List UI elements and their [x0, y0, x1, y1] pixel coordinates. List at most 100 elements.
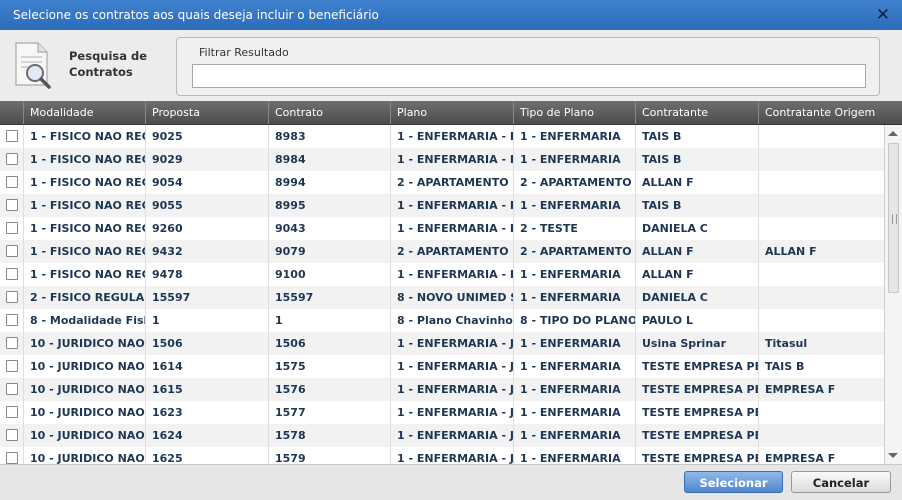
header-col-plano[interactable]: Plano [390, 101, 513, 124]
cell-contratante: DANIELA C [635, 286, 758, 309]
cell-contrato: 1577 [268, 401, 390, 424]
cell-proposta: 1624 [145, 424, 268, 447]
cell-tipo-de-plano: 1 - ENFERMARIA [513, 424, 635, 447]
cell-contratante: TESTE EMPRESA PESSC [635, 401, 758, 424]
cell-tipo-de-plano: 1 - ENFERMARIA [513, 401, 635, 424]
cell-modalidade: 1 - FISICO NAO REGUL [23, 217, 145, 240]
row-checkbox[interactable] [6, 383, 18, 395]
cell-contratante: ALLAN F [635, 240, 758, 263]
filter-input[interactable] [192, 64, 866, 88]
table-row[interactable]: 1 - FISICO NAO REGUL905489942 - APARTAME… [0, 171, 884, 194]
table-row[interactable]: 10 - JURIDICO NAO RE161515761 - ENFERMAR… [0, 378, 884, 401]
table-row[interactable]: 2 - FISICO REGULAMEN15597155978 - NOVO U… [0, 286, 884, 309]
select-button[interactable]: Selecionar [684, 471, 783, 493]
cell-contrato: 8994 [268, 171, 390, 194]
close-icon[interactable]: ✕ [876, 0, 890, 30]
row-checkbox[interactable] [6, 176, 18, 188]
cell-contratante-origem: EMPRESA F [758, 378, 884, 401]
cell-contrato: 15597 [268, 286, 390, 309]
header-col-contratante[interactable]: Contratante [635, 101, 758, 124]
cell-tipo-de-plano: 1 - ENFERMARIA [513, 125, 635, 148]
cell-plano: 1 - ENFERMARIA - FISIC [390, 194, 513, 217]
cell-contrato: 8984 [268, 148, 390, 171]
cell-contratante-origem [758, 194, 884, 217]
table-row[interactable]: 1 - FISICO NAO REGUL902589831 - ENFERMAR… [0, 125, 884, 148]
cell-modalidade: 1 - FISICO NAO REGUL [23, 194, 145, 217]
table-row[interactable]: 10 - JURIDICO NAO RE162315771 - ENFERMAR… [0, 401, 884, 424]
table-row[interactable]: 1 - FISICO NAO REGUL926090431 - ENFERMAR… [0, 217, 884, 240]
header-col-modalidade[interactable]: Modalidade [23, 101, 145, 124]
document-search-icon [13, 41, 55, 89]
cell-modalidade: 10 - JURIDICO NAO RE [23, 447, 145, 464]
table-row[interactable]: 10 - JURIDICO NAO RE162515791 - ENFERMAR… [0, 447, 884, 464]
table-row[interactable]: 10 - JURIDICO NAO RE161415751 - ENFERMAR… [0, 355, 884, 378]
cell-contratante: TAIS B [635, 194, 758, 217]
table-row[interactable]: 10 - JURIDICO NAO RE162415781 - ENFERMAR… [0, 424, 884, 447]
cell-contrato: 9100 [268, 263, 390, 286]
scroll-up-icon[interactable] [888, 131, 898, 136]
row-checkbox[interactable] [6, 337, 18, 349]
row-checkbox[interactable] [6, 245, 18, 257]
cell-modalidade: 2 - FISICO REGULAMEN [23, 286, 145, 309]
cell-contrato: 1506 [268, 332, 390, 355]
table-row[interactable]: 1 - FISICO NAO REGUL947891001 - ENFERMAR… [0, 263, 884, 286]
cell-contratante: ALLAN F [635, 263, 758, 286]
cell-contratante: TAIS B [635, 148, 758, 171]
table-row[interactable]: 1 - FISICO NAO REGUL905589951 - ENFERMAR… [0, 194, 884, 217]
cell-proposta: 1 [145, 309, 268, 332]
cell-contrato: 1576 [268, 378, 390, 401]
row-checkbox[interactable] [6, 429, 18, 441]
cell-contratante-origem [758, 171, 884, 194]
table-row[interactable]: 1 - FISICO NAO REGUL943290792 - APARTAME… [0, 240, 884, 263]
cell-contrato: 8983 [268, 125, 390, 148]
header-col-contrato[interactable]: Contrato [268, 101, 390, 124]
header-col-contratante-origem[interactable]: Contratante Origem [758, 101, 884, 124]
cell-plano: 2 - APARTAMENTO - FIS [390, 171, 513, 194]
row-checkbox[interactable] [6, 452, 18, 464]
scroll-thumb[interactable] [888, 143, 899, 293]
cell-contrato: 1 [268, 309, 390, 332]
row-checkbox[interactable] [6, 406, 18, 418]
dialog-footer: Selecionar Cancelar [0, 464, 902, 500]
row-checkbox[interactable] [6, 360, 18, 372]
cell-plano: 1 - ENFERMARIA - FISIC [390, 217, 513, 240]
filter-group: Filtrar Resultado [176, 37, 880, 96]
search-panel: Pesquisa de Contratos Filtrar Resultado [0, 30, 902, 101]
table-row[interactable]: 10 - JURIDICO NAO RE150615061 - ENFERMAR… [0, 332, 884, 355]
cell-contratante-origem: EMPRESA F [758, 447, 884, 464]
cell-contratante: TESTE EMPRESA PESSC [635, 378, 758, 401]
cell-modalidade: 10 - JURIDICO NAO RE [23, 401, 145, 424]
row-checkbox[interactable] [6, 291, 18, 303]
filter-label: Filtrar Resultado [199, 46, 289, 59]
cell-proposta: 9029 [145, 148, 268, 171]
grid-header: Modalidade Proposta Contrato Plano Tipo de P… [0, 101, 902, 125]
row-checkbox[interactable] [6, 314, 18, 326]
table-row[interactable]: 8 - Modalidade Fisica118 - Plano Chavinh… [0, 309, 884, 332]
cell-proposta: 1614 [145, 355, 268, 378]
cell-tipo-de-plano: 1 - ENFERMARIA [513, 332, 635, 355]
search-title: Pesquisa de Contratos [69, 49, 148, 79]
header-col-tipo-de-plano[interactable]: Tipo de Plano [513, 101, 635, 124]
row-checkbox[interactable] [6, 268, 18, 280]
row-checkbox[interactable] [6, 153, 18, 165]
cell-tipo-de-plano: 1 - ENFERMARIA [513, 355, 635, 378]
cell-contratante: TESTE EMPRESA PESSC [635, 424, 758, 447]
cell-proposta: 9025 [145, 125, 268, 148]
cell-tipo-de-plano: 1 - ENFERMARIA [513, 263, 635, 286]
row-checkbox[interactable] [6, 130, 18, 142]
cell-proposta: 9260 [145, 217, 268, 240]
cell-proposta: 9055 [145, 194, 268, 217]
header-col-proposta[interactable]: Proposta [145, 101, 268, 124]
cell-plano: 1 - ENFERMARIA - FISIC [390, 125, 513, 148]
scroll-down-icon[interactable] [888, 453, 898, 458]
row-checkbox[interactable] [6, 222, 18, 234]
cell-tipo-de-plano: 2 - APARTAMENTO [513, 171, 635, 194]
cell-plano: 1 - ENFERMARIA - FISIC [390, 263, 513, 286]
cancel-button[interactable]: Cancelar [791, 471, 891, 493]
cell-modalidade: 1 - FISICO NAO REGUL [23, 148, 145, 171]
cell-proposta: 9478 [145, 263, 268, 286]
cell-contratante-origem [758, 309, 884, 332]
table-row[interactable]: 1 - FISICO NAO REGUL902989841 - ENFERMAR… [0, 148, 884, 171]
vertical-scrollbar[interactable] [884, 125, 902, 464]
row-checkbox[interactable] [6, 199, 18, 211]
